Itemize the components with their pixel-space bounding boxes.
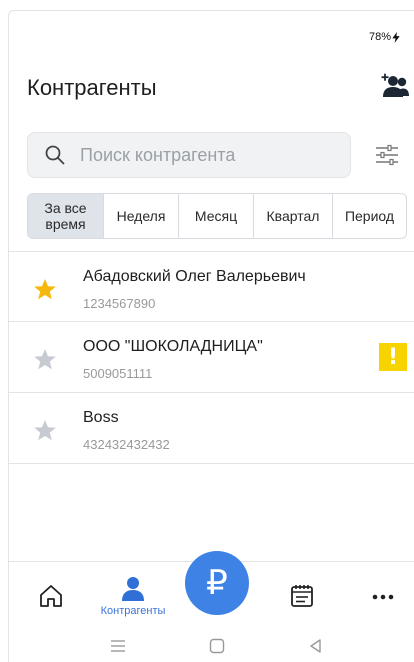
contractor-list: Абадовский Олег Валерьевич 1234567890 ОО… — [9, 251, 414, 464]
tab-contractors[interactable]: Контрагенты — [93, 562, 173, 630]
back-nav-icon[interactable] — [307, 637, 325, 655]
period-custom[interactable]: Период — [333, 194, 406, 238]
tab-calendar[interactable] — [282, 562, 322, 630]
home-icon — [40, 585, 62, 607]
app-screen: 78% Контрагенты За все время Неделя Меся… — [8, 10, 414, 662]
charging-icon — [392, 31, 400, 43]
period-month[interactable]: Месяц — [179, 194, 254, 238]
contractor-inn: 1234567890 — [83, 296, 156, 311]
status-bar: 78% — [369, 31, 400, 43]
contractor-inn: 5009051111 — [83, 366, 153, 381]
more-icon — [372, 594, 394, 600]
system-nav-bar — [9, 631, 414, 662]
tab-contractors-label: Контрагенты — [100, 605, 166, 617]
calendar-icon — [291, 585, 313, 607]
period-all-time[interactable]: За все время — [28, 194, 104, 238]
tab-home[interactable] — [31, 562, 71, 630]
period-quarter[interactable]: Квартал — [254, 194, 333, 238]
payment-fab-button[interactable]: ₽ — [185, 551, 249, 615]
add-user-icon[interactable] — [380, 73, 410, 99]
contractor-inn: 432432432432 — [83, 437, 170, 452]
search-icon — [45, 145, 65, 165]
ruble-icon: ₽ — [206, 563, 228, 603]
contractor-name: ООО "ШОКОЛАДНИЦА" — [83, 338, 263, 355]
warning-icon[interactable]: ! — [379, 343, 407, 371]
contractor-name: Boss — [83, 409, 119, 426]
contractor-name: Абадовский Олег Валерьевич — [83, 268, 306, 285]
battery-level: 78% — [368, 31, 391, 43]
search-input[interactable] — [80, 144, 320, 166]
home-nav-icon[interactable] — [208, 637, 226, 655]
page-title: Контрагенты — [27, 75, 157, 100]
filter-settings-icon[interactable] — [374, 142, 400, 168]
list-item[interactable]: Boss 432432432432 — [9, 393, 414, 464]
list-item[interactable]: ООО "ШОКОЛАДНИЦА" 5009051111 ! — [9, 322, 414, 393]
period-week[interactable]: Неделя — [104, 194, 179, 238]
tab-more[interactable] — [363, 562, 403, 630]
search-box[interactable] — [27, 132, 351, 178]
recent-apps-icon[interactable] — [109, 637, 127, 655]
star-icon[interactable] — [33, 348, 57, 370]
list-item[interactable]: Абадовский Олег Валерьевич 1234567890 — [9, 251, 414, 322]
star-icon[interactable] — [33, 419, 57, 441]
person-icon — [122, 577, 144, 601]
period-filter: За все время Неделя Месяц Квартал Период — [27, 193, 407, 239]
star-icon[interactable] — [33, 278, 57, 300]
